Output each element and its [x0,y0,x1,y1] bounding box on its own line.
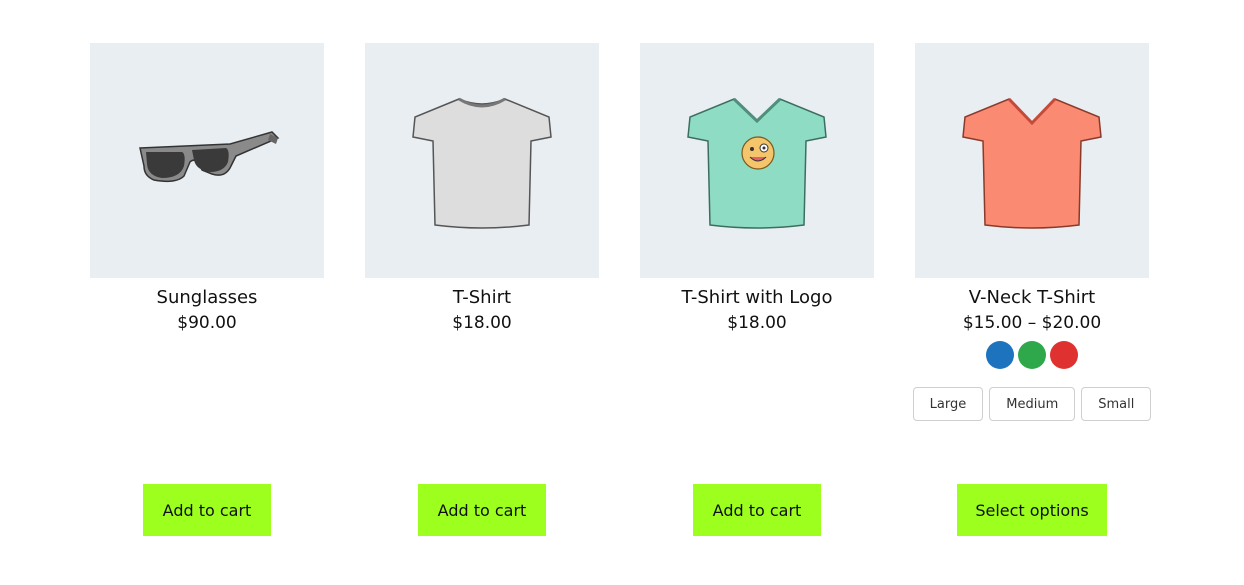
size-option-medium[interactable]: Medium [989,387,1076,421]
product-price: $18.00 [727,313,787,333]
product-title[interactable]: V-Neck T-Shirt [915,287,1149,309]
add-to-cart-button[interactable]: Add to cart [693,484,821,536]
product-price: $90.00 [177,313,237,333]
color-swatch-red[interactable] [1050,341,1078,369]
color-swatch-green[interactable] [1018,341,1046,369]
product-image-vneck-tshirt[interactable] [915,43,1149,278]
product-title[interactable]: T-Shirt [365,287,599,309]
product-card-sunglasses: Sunglasses $90.00 Add to cart [90,43,324,543]
product-card-tshirt: T-Shirt $18.00 Add to cart [365,43,599,543]
product-card-tshirt-with-logo: T-Shirt with Logo $18.00 Add to cart [640,43,874,543]
sunglasses-icon [139,130,280,182]
size-option-large[interactable]: Large [912,387,984,421]
product-title[interactable]: T-Shirt with Logo [640,287,874,309]
add-to-cart-button[interactable]: Add to cart [418,484,546,536]
vneck-tshirt-icon [962,97,1102,229]
product-image-tshirt-with-logo[interactable] [640,43,874,278]
tshirt-icon [412,97,552,229]
tshirt-logo-icon [687,97,827,229]
add-to-cart-button[interactable]: Add to cart [143,484,271,536]
select-options-button[interactable]: Select options [957,484,1107,536]
size-options: Large Medium Small [912,387,1152,421]
product-card-vneck-tshirt: V-Neck T-Shirt $15.00 – $20.00 Large Med… [912,43,1152,543]
product-image-sunglasses[interactable] [90,43,324,278]
product-title[interactable]: Sunglasses [90,287,324,309]
product-price-range: $15.00 – $20.00 [962,313,1102,333]
product-price: $18.00 [452,313,512,333]
product-image-tshirt[interactable] [365,43,599,278]
color-swatches [915,341,1149,369]
product-grid: Sunglasses $90.00 Add to cart T-Shirt $1… [0,0,1244,585]
size-option-small[interactable]: Small [1081,387,1152,421]
color-swatch-blue[interactable] [986,341,1014,369]
